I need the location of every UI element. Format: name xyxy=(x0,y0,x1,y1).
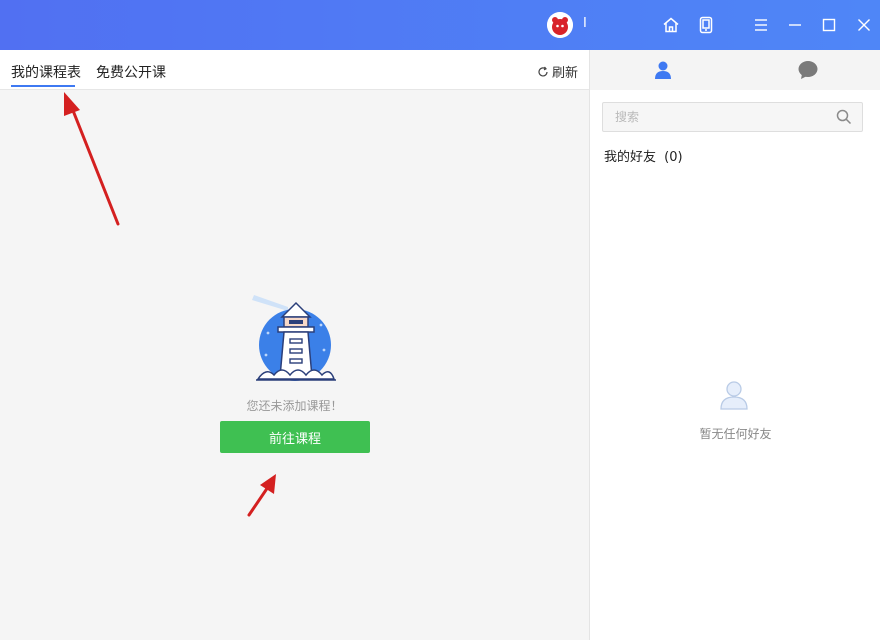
friends-count: (0) xyxy=(664,150,683,165)
refresh-button[interactable]: 刷新 xyxy=(537,62,578,81)
search-input[interactable] xyxy=(603,103,831,131)
course-tab-bar: 我的课程表 免费公开课 刷新 xyxy=(0,50,589,90)
empty-contact-icon xyxy=(718,378,750,416)
user-avatar[interactable] xyxy=(547,12,573,38)
refresh-label: 刷新 xyxy=(551,66,578,81)
no-friends-message: 暂无任何好友 xyxy=(699,427,772,441)
go-to-courses-button[interactable]: 前往课程 xyxy=(220,421,370,453)
active-tab-indicator xyxy=(11,85,75,87)
lighthouse-illustration xyxy=(246,295,342,385)
tab-my-schedule[interactable]: 我的课程表 xyxy=(11,62,81,82)
friend-search xyxy=(602,102,863,132)
sidebar-tab-bar xyxy=(590,50,880,90)
maximize-icon[interactable] xyxy=(818,14,840,36)
friends-label: 我的好友 xyxy=(604,150,657,165)
username: I xyxy=(583,16,587,31)
empty-courses-message: 您还未添加课程！ xyxy=(246,399,343,413)
friends-sidebar: 我的好友 (0) 暂无任何好友 xyxy=(589,50,880,640)
tab-contacts[interactable] xyxy=(590,50,735,90)
tab-free-courses[interactable]: 免费公开课 xyxy=(96,62,166,82)
phone-icon[interactable] xyxy=(695,14,717,36)
title-bar: I xyxy=(0,0,880,50)
friends-group-header[interactable]: 我的好友 (0) xyxy=(604,146,683,165)
contacts-icon xyxy=(654,61,671,79)
chat-icon xyxy=(798,61,817,79)
home-icon[interactable] xyxy=(660,14,682,36)
refresh-icon xyxy=(538,66,548,76)
search-icon[interactable] xyxy=(836,109,852,125)
minimize-icon[interactable] xyxy=(784,14,806,36)
tab-chat[interactable] xyxy=(735,50,880,90)
menu-icon[interactable] xyxy=(750,14,772,36)
course-panel: 我的课程表 免费公开课 刷新 您还未添加课程！ 前往课程 xyxy=(0,50,589,640)
close-icon[interactable] xyxy=(853,14,875,36)
